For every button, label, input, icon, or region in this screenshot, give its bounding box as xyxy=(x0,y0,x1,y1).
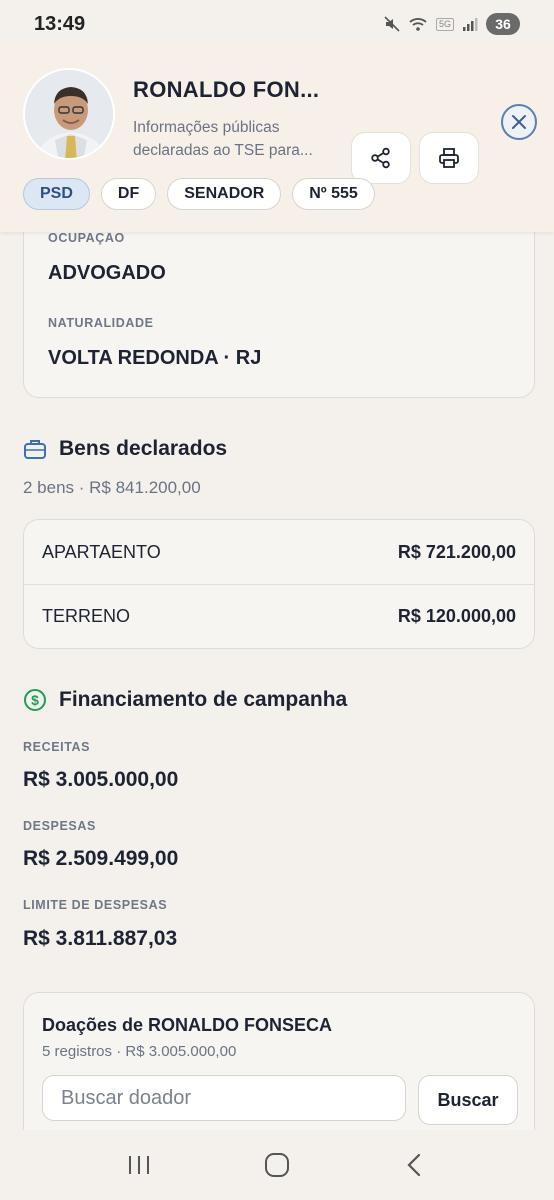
number-chip: Nº 555 xyxy=(292,178,375,210)
birthplace-label: NATURALIDADE xyxy=(48,316,154,330)
signal-icon xyxy=(462,16,478,32)
system-nav-bar xyxy=(0,1130,554,1200)
expense-limit-value: R$ 3.811.887,03 xyxy=(23,927,178,950)
status-bar: 13:49 5G 36 xyxy=(0,0,554,48)
close-button[interactable] xyxy=(501,104,537,140)
home-button[interactable] xyxy=(247,1143,307,1187)
assets-table: APARTAENTO R$ 721.200,00 TERRENO R$ 120.… xyxy=(23,519,535,649)
donor-search-input[interactable] xyxy=(42,1075,406,1121)
candidate-chips: PSD DF SENADOR Nº 555 xyxy=(23,178,375,210)
network-type-label: 5G xyxy=(435,17,454,31)
asset-row: APARTAENTO R$ 721.200,00 xyxy=(24,520,534,584)
status-time: 13:49 xyxy=(34,12,86,35)
status-icons: 5G 36 xyxy=(384,13,520,35)
candidate-subtitle: Informações públicas declaradas ao TSE p… xyxy=(133,119,313,159)
mute-icon xyxy=(384,16,400,32)
back-button[interactable] xyxy=(385,1143,445,1187)
candidate-header: RONALDO FON... Informações públicas decl… xyxy=(0,44,554,232)
close-icon xyxy=(512,115,526,129)
print-button[interactable] xyxy=(419,132,479,184)
donations-title: Doações de RONALDO FONSECA xyxy=(42,1015,333,1035)
home-icon xyxy=(265,1153,289,1177)
asset-name: APARTAENTO xyxy=(42,541,161,562)
donations-summary: 5 registros · R$ 3.005.000,00 xyxy=(42,1043,237,1060)
assets-title: Bens declarados xyxy=(59,437,228,460)
finance-heading: $ Financiamento de campanha xyxy=(23,688,347,712)
occupation-label: OCUPAÇÃO xyxy=(48,231,125,245)
recents-icon xyxy=(129,1156,149,1174)
expenses-label: DESPESAS xyxy=(23,819,96,833)
assets-heading: Bens declarados xyxy=(23,437,227,461)
briefcase-icon xyxy=(24,440,46,459)
search-button[interactable]: Buscar xyxy=(418,1075,518,1125)
office-chip: SENADOR xyxy=(167,178,282,210)
wifi-icon xyxy=(408,16,428,32)
share-icon xyxy=(371,147,390,169)
asset-value: R$ 120.000,00 xyxy=(397,606,516,626)
donations-card: Doações de RONALDO FONSECA 5 registros ·… xyxy=(23,992,535,1152)
printer-icon xyxy=(439,148,459,168)
state-chip: DF xyxy=(100,178,157,210)
revenue-value: R$ 3.005.000,00 xyxy=(23,768,179,791)
avatar xyxy=(23,68,115,160)
share-button[interactable] xyxy=(351,132,411,184)
revenue-label: RECEITAS xyxy=(23,740,91,754)
back-icon xyxy=(407,1153,421,1177)
expense-limit-label: LIMITE DE DESPESAS xyxy=(23,898,168,912)
finance-title: Financiamento de campanha xyxy=(59,688,348,711)
party-chip: PSD xyxy=(23,178,90,210)
asset-name: TERRENO xyxy=(42,606,131,626)
birthplace-value: VOLTA REDONDA · RJ xyxy=(48,347,262,369)
candidate-name: RONALDO FON... xyxy=(133,77,320,102)
assets-summary: 2 bens · R$ 841.200,00 xyxy=(23,478,201,497)
expenses-value: R$ 2.509.499,00 xyxy=(23,847,179,870)
recents-button[interactable] xyxy=(109,1143,169,1187)
asset-row: TERRENO R$ 120.000,00 xyxy=(24,584,534,648)
dollar-icon: $ xyxy=(24,689,46,711)
asset-value: R$ 721.200,00 xyxy=(397,541,516,562)
battery-indicator: 36 xyxy=(486,13,520,35)
svg-text:$: $ xyxy=(31,692,39,708)
occupation-value: ADVOGADO xyxy=(48,262,166,284)
